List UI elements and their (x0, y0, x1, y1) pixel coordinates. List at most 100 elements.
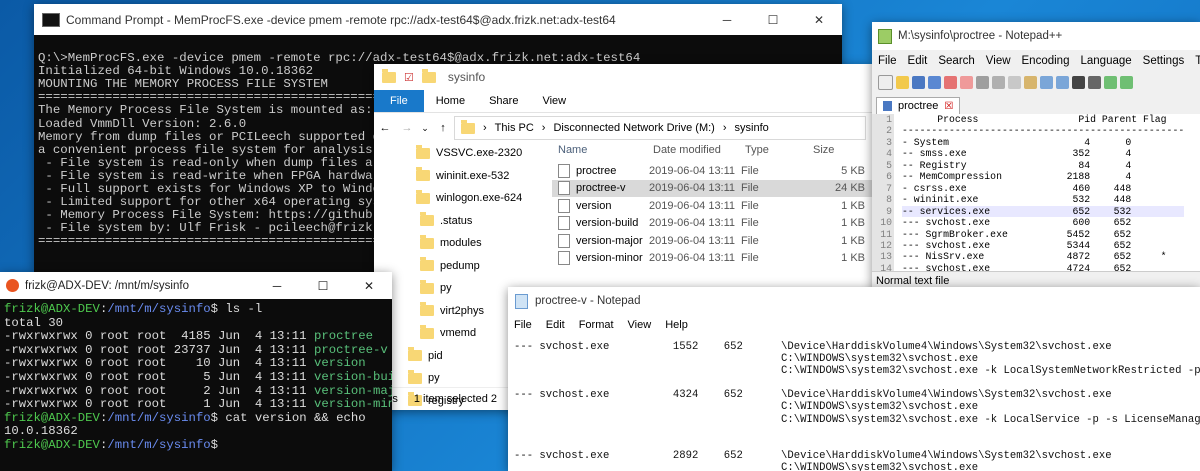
line-numbers: 1 2 3 4 5 6 7 8 9 10 11 12 13 14 (872, 114, 894, 274)
replace-icon[interactable] (1088, 75, 1101, 89)
tab-view[interactable]: View (530, 90, 578, 112)
maximize-button[interactable]: ☐ (750, 4, 796, 35)
close-all-icon[interactable] (960, 75, 973, 89)
line-number: 13 (880, 251, 892, 263)
column-name[interactable]: Name (552, 144, 653, 156)
minimize-button[interactable]: ─ (704, 4, 750, 35)
print-icon[interactable] (976, 75, 989, 89)
menu-item[interactable]: Encoding (1022, 55, 1070, 67)
text-area[interactable]: --- svchost.exe 1552 652 \Device\Harddis… (514, 341, 1200, 471)
minimize-button[interactable]: ─ (254, 272, 300, 299)
menu-item[interactable]: File (878, 55, 897, 67)
zoom-out-icon[interactable] (1120, 75, 1133, 89)
tree-item[interactable]: winlogon.exe-624 (374, 187, 524, 210)
zoom-in-icon[interactable] (1104, 75, 1117, 89)
tab-file[interactable]: File (374, 90, 424, 112)
menu-item[interactable]: Search (938, 55, 974, 67)
address-bar[interactable]: › This PC › Disconnected Network Drive (… (454, 116, 866, 140)
title-bar[interactable]: M:\sysinfo\proctree - Notepad++ (872, 22, 1200, 50)
title-bar[interactable]: proctree-v - Notepad (508, 287, 1200, 315)
find-icon[interactable] (1072, 75, 1085, 89)
close-tab-icon[interactable]: ☒ (944, 101, 953, 112)
terminal-output[interactable]: frizk@ADX-DEV:/mnt/m/sysinfo$ ls -l total… (0, 299, 392, 453)
text-line: C:\WINDOWS\system32\svchost.exe -k Local… (514, 413, 1200, 426)
menu-item[interactable]: Help (665, 319, 688, 331)
column-type[interactable]: Type (745, 144, 813, 156)
tab-share[interactable]: Share (477, 90, 530, 112)
folder-icon (416, 167, 430, 182)
menu-item[interactable]: Language (1080, 55, 1131, 67)
close-button[interactable]: ✕ (346, 272, 392, 299)
tree-item[interactable]: wininit.exe-532 (374, 165, 524, 188)
save-icon[interactable] (912, 75, 925, 89)
tab-home[interactable]: Home (424, 90, 477, 112)
breadcrumb-this-pc[interactable]: This PC (495, 122, 534, 134)
file-row[interactable]: version-major 2019-06-04 13:11 File 1 KB (552, 232, 872, 250)
copy-icon[interactable] (1008, 75, 1021, 89)
column-size[interactable]: Size (813, 144, 869, 156)
menu-item[interactable]: Settings (1143, 55, 1185, 67)
file-row[interactable]: proctree 2019-06-04 13:11 File 5 KB (552, 162, 872, 180)
wsl-terminal-window[interactable]: frizk@ADX-DEV: /mnt/m/sysinfo ─ ☐ ✕ friz… (0, 272, 392, 471)
code-area[interactable]: Process Pid Parent Flag -----------------… (902, 114, 1185, 274)
new-file-icon[interactable] (878, 74, 893, 90)
menu-item[interactable]: View (986, 55, 1011, 67)
column-date[interactable]: Date modified (653, 144, 745, 156)
open-file-icon[interactable] (896, 75, 909, 89)
up-arrow-icon[interactable]: ↑ (432, 122, 454, 134)
menu-bar: File Edit Format View Help (508, 315, 1200, 335)
close-button[interactable]: ✕ (796, 4, 842, 35)
tree-item[interactable]: py (374, 277, 524, 300)
navigation-pane[interactable]: VSSVC.exe-2320 wininit.exe-532 winlogon.ex… (374, 142, 524, 410)
file-date: 2019-06-04 13:11 (649, 182, 736, 195)
file-row[interactable]: version-minor 2019-06-04 13:11 File 1 KB (552, 250, 872, 268)
menu-item[interactable]: File (514, 319, 532, 331)
folder-icon (408, 347, 422, 362)
notepad-plus-plus-window[interactable]: M:\sysinfo\proctree - Notepad++ File Edit… (872, 22, 1200, 290)
menu-item[interactable]: Format (579, 319, 614, 331)
tree-item[interactable]: virt2phys (374, 300, 524, 323)
tree-item[interactable]: pedump (374, 255, 524, 278)
breadcrumb-sysinfo[interactable]: sysinfo (735, 122, 769, 134)
text-line (514, 426, 1200, 438)
tree-item-label: virt2phys (440, 304, 485, 317)
tree-item[interactable]: .status (374, 210, 524, 233)
title-bar[interactable]: ☑ sysinfo (374, 64, 872, 90)
editor[interactable]: 1 2 3 4 5 6 7 8 9 10 11 12 13 14 Process Pid Parent F… (872, 114, 1200, 274)
tab-proctree[interactable]: proctree ☒ (876, 97, 961, 114)
tree-item[interactable]: pid (374, 345, 524, 368)
menu-item[interactable]: Edit (546, 319, 565, 331)
tree-item[interactable]: VSSVC.exe-2320 (374, 142, 524, 165)
maximize-button[interactable]: ☐ (300, 272, 346, 299)
file-date: 2019-06-04 13:11 (649, 234, 736, 247)
undo-icon[interactable] (1040, 75, 1053, 89)
paste-icon[interactable] (1024, 75, 1037, 89)
new-folder-icon[interactable] (421, 68, 436, 83)
back-arrow-icon[interactable]: ← (374, 122, 396, 134)
tree-item[interactable]: modules (374, 232, 524, 255)
menu-item[interactable]: View (628, 319, 652, 331)
notepad-window[interactable]: proctree-v - Notepad File Edit Format View H… (508, 287, 1200, 471)
breadcrumb-network-drive[interactable]: Disconnected Network Drive (M:) (553, 122, 714, 134)
recent-chevron-icon[interactable]: ⌄ (418, 123, 432, 134)
file-row[interactable]: version-build 2019-06-04 13:11 File 1 KB (552, 215, 872, 233)
redo-icon[interactable] (1056, 75, 1069, 89)
title-bar[interactable]: Command Prompt - MemProcFS.exe -device p… (34, 4, 842, 35)
folder-icon (420, 302, 434, 317)
tree-item[interactable]: vmemd (374, 322, 524, 345)
cut-icon[interactable] (992, 75, 1005, 89)
menu-item[interactable]: Tools (1195, 55, 1200, 67)
file-list[interactable]: Name Date modified Type Size proctree 201… (552, 138, 872, 267)
forward-arrow-icon[interactable]: → (396, 122, 418, 134)
file-row[interactable]: version 2019-06-04 13:11 File 1 KB (552, 197, 872, 215)
save-all-icon[interactable] (928, 75, 941, 89)
document-icon (883, 101, 892, 111)
quick-access-check-icon[interactable]: ☑ (404, 71, 414, 84)
menu-item[interactable]: Edit (908, 55, 928, 67)
prompt-line: frizk@ADX-DEV:/mnt/m/sysinfo$ cat versio… (4, 410, 366, 425)
file-type: File (741, 252, 759, 265)
file-row[interactable]: proctree-v 2019-06-04 13:11 File 24 KB (552, 179, 872, 197)
title-bar[interactable]: frizk@ADX-DEV: /mnt/m/sysinfo ─ ☐ ✕ (0, 272, 392, 299)
close-file-icon[interactable] (944, 75, 957, 89)
code-line: ----------------------------------------… (902, 125, 1185, 137)
